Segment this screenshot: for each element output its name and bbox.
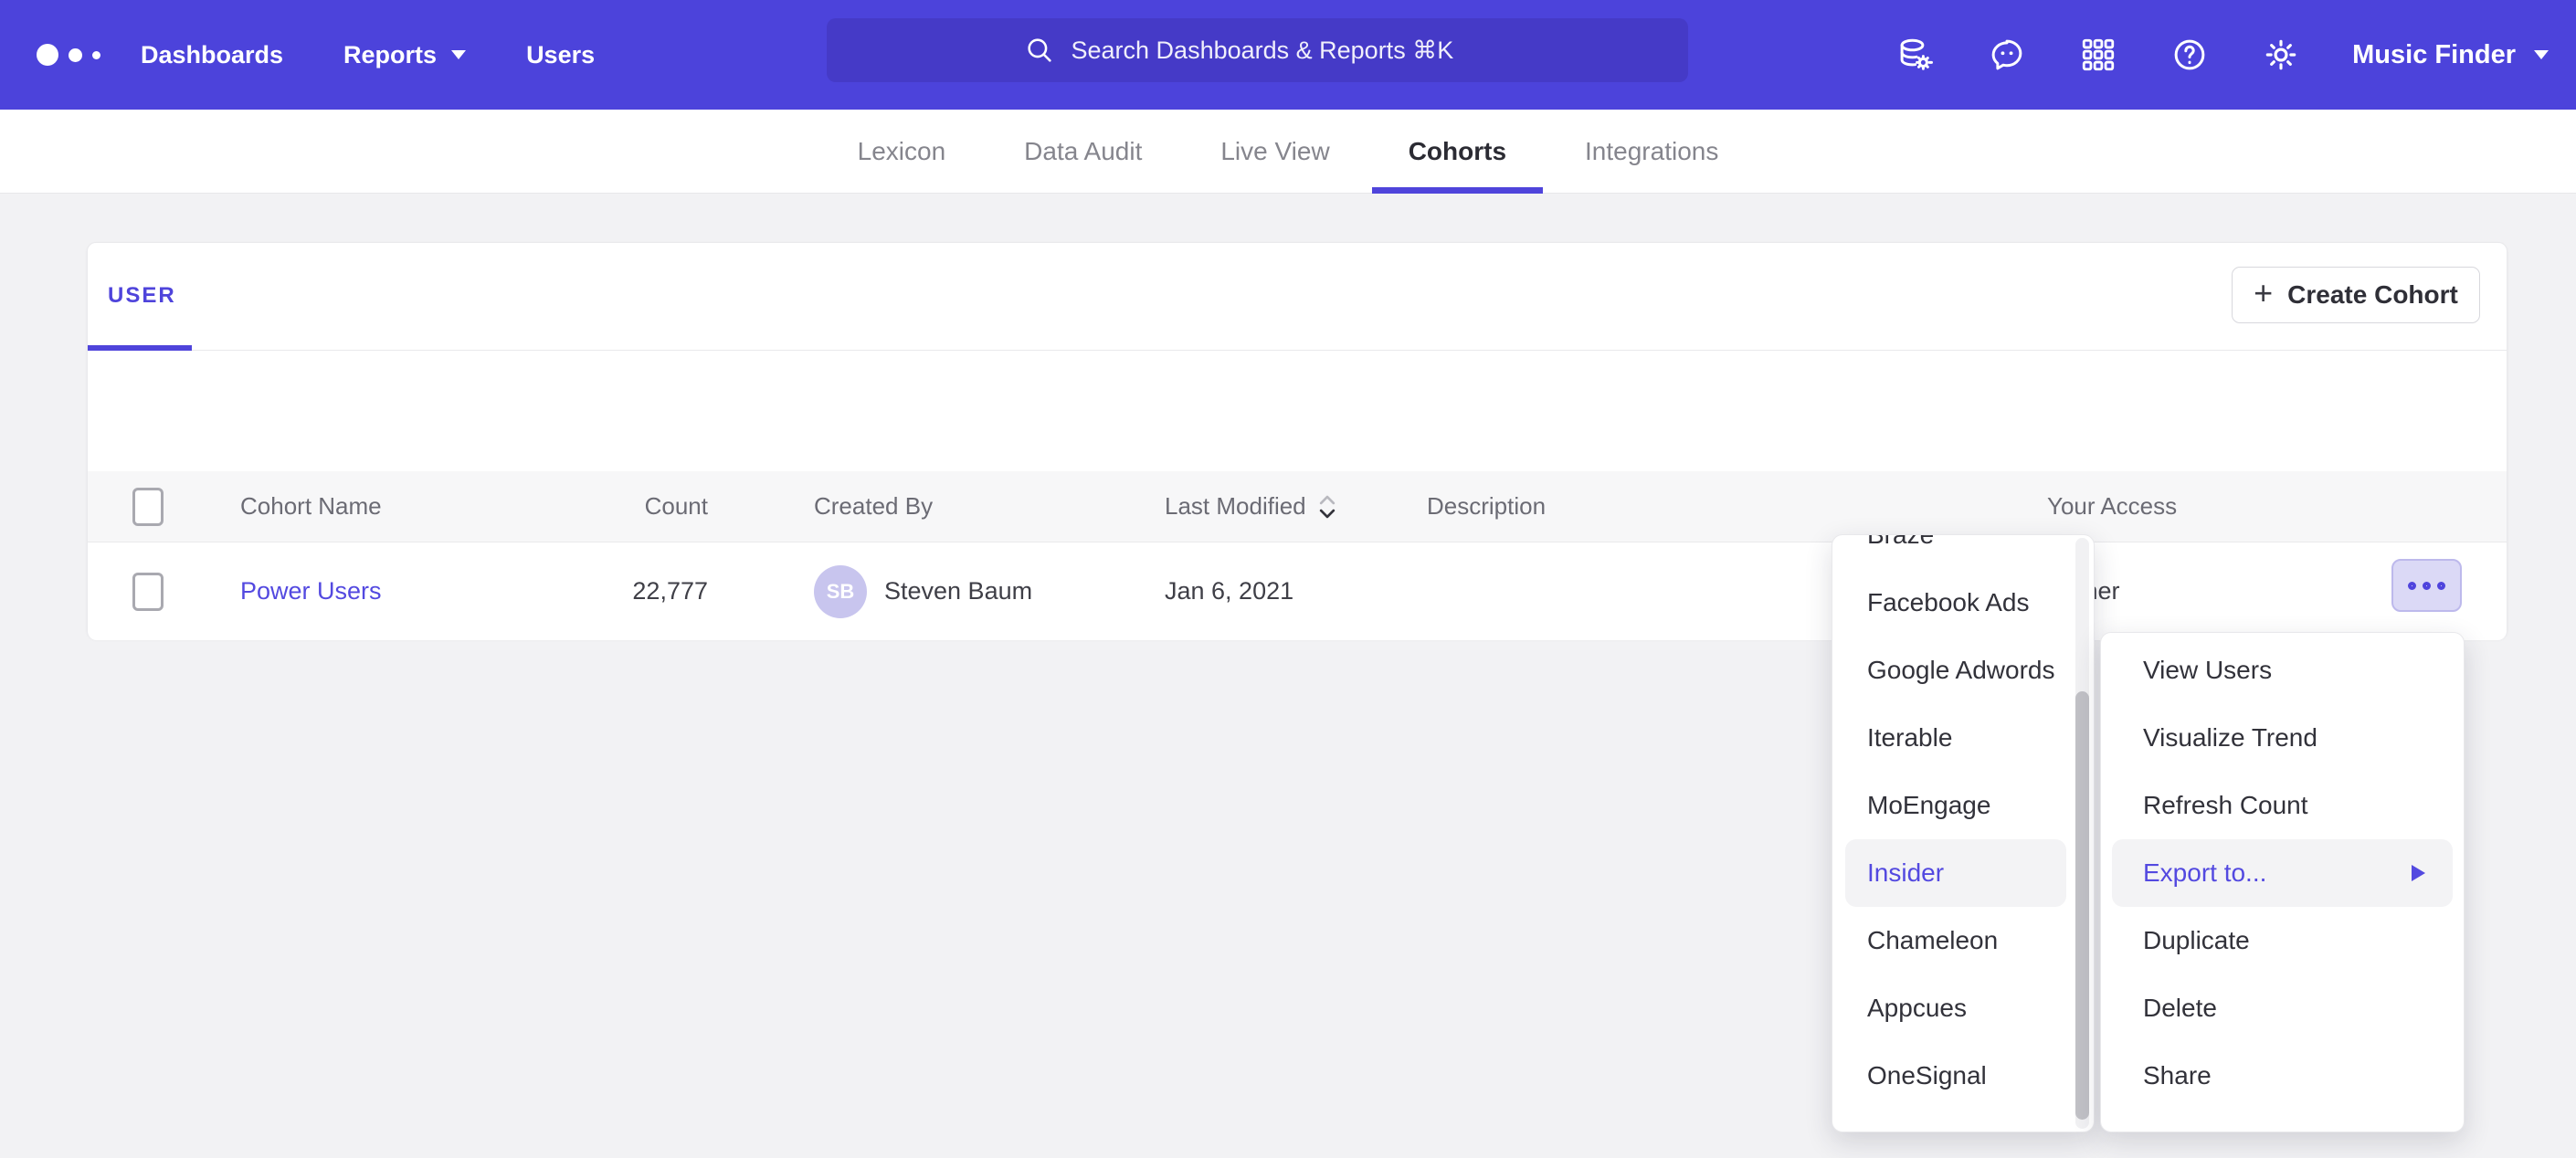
- table-header: Cohort Name Count Created By Last Modifi…: [88, 471, 2507, 542]
- top-navbar: Dashboards Reports Users: [0, 0, 2576, 110]
- context-menu-list: View Users Visualize Trend Refresh Count…: [2101, 633, 2464, 1110]
- plus-icon: +: [2254, 277, 2273, 310]
- export-submenu-list: Braze Facebook Ads Google Adwords Iterab…: [1832, 534, 2094, 1110]
- last-modified-cell: Jan 6, 2021: [1165, 542, 1293, 640]
- workspace-switcher[interactable]: Music Finder: [2352, 40, 2549, 70]
- cohorts-card: USER + Create Cohort 1 Results Filter by…: [87, 242, 2507, 639]
- create-cohort-label: Create Cohort: [2287, 280, 2458, 310]
- ellipsis-icon: [2408, 582, 2416, 590]
- user-tab-underline: [88, 345, 192, 351]
- submenu-item-google-adwords[interactable]: Google Adwords: [1832, 637, 2094, 704]
- table-row: Power Users 22,777 SB Steven Baum Jan 6,…: [88, 542, 2507, 640]
- submenu-item-moengage[interactable]: MoEngage: [1832, 772, 2094, 839]
- mixpanel-logo[interactable]: [37, 44, 119, 66]
- menu-item-visualize-trend[interactable]: Visualize Trend: [2101, 704, 2464, 772]
- logo-dot-small: [92, 51, 100, 59]
- app: Dashboards Reports Users: [0, 0, 2576, 1158]
- submenu-item-onesignal[interactable]: OneSignal: [1832, 1042, 2094, 1110]
- chevron-down-icon: [451, 50, 466, 59]
- feedback-icon[interactable]: [1987, 35, 2027, 75]
- row-context-menu: View Users Visualize Trend Refresh Count…: [2100, 632, 2465, 1132]
- tab-live-view[interactable]: Live View: [1220, 110, 1329, 194]
- scrollbar-thumb[interactable]: [2075, 691, 2089, 1120]
- data-settings-icon[interactable]: [1895, 35, 1936, 75]
- tab-data-audit-label: Data Audit: [1024, 137, 1142, 166]
- tab-lexicon[interactable]: Lexicon: [858, 110, 946, 194]
- tab-lexicon-label: Lexicon: [858, 137, 946, 166]
- menu-item-refresh-count[interactable]: Refresh Count: [2101, 772, 2464, 839]
- column-description[interactable]: Description: [1427, 471, 1546, 542]
- row-checkbox[interactable]: [132, 573, 164, 611]
- created-by-name: Steven Baum: [884, 577, 1032, 605]
- tab-live-view-label: Live View: [1220, 137, 1329, 166]
- tab-cohorts-label: Cohorts: [1409, 137, 1506, 166]
- chevron-down-icon: [2534, 50, 2549, 59]
- nav-users-label: Users: [526, 41, 595, 69]
- logo-dot-medium: [69, 48, 82, 62]
- created-by-cell: SB Steven Baum: [814, 542, 1032, 640]
- menu-item-share[interactable]: Share: [2101, 1042, 2464, 1110]
- submenu-item-iterable[interactable]: Iterable: [1832, 704, 2094, 772]
- global-search-input[interactable]: [1072, 37, 1492, 65]
- submenu-arrow-icon: [2412, 865, 2425, 881]
- submenu-item-insider[interactable]: Insider: [1845, 839, 2066, 907]
- nav-reports-label: Reports: [343, 41, 437, 69]
- column-last-modified[interactable]: Last Modified: [1165, 471, 1337, 542]
- logo-dot-large: [37, 44, 58, 66]
- tab-integrations-label: Integrations: [1585, 137, 1718, 166]
- sort-icon[interactable]: [1317, 493, 1337, 521]
- workspace-name: Music Finder: [2352, 40, 2516, 70]
- nav-users[interactable]: Users: [526, 41, 595, 69]
- export-submenu: Braze Facebook Ads Google Adwords Iterab…: [1832, 534, 2095, 1132]
- create-cohort-button[interactable]: + Create Cohort: [2232, 267, 2480, 323]
- menu-item-export-to[interactable]: Export to...: [2112, 839, 2453, 907]
- menu-item-duplicate[interactable]: Duplicate: [2101, 907, 2464, 974]
- nav-dashboards[interactable]: Dashboards: [141, 41, 283, 69]
- active-tab-underline: [1372, 187, 1543, 194]
- column-your-access[interactable]: Your Access: [2047, 471, 2177, 542]
- column-last-modified-label: Last Modified: [1165, 492, 1306, 521]
- tab-user-cohorts[interactable]: USER: [108, 283, 176, 309]
- menu-item-export-to-label: Export to...: [2143, 858, 2266, 887]
- primary-nav: Dashboards Reports Users: [141, 41, 595, 69]
- column-cohort-name[interactable]: Cohort Name: [240, 471, 382, 542]
- cohort-count: 22,777: [508, 542, 708, 640]
- menu-item-view-users[interactable]: View Users: [2101, 637, 2464, 704]
- section-tabbar: Lexicon Data Audit Live View Cohorts Int…: [0, 110, 2576, 194]
- nav-dashboards-label: Dashboards: [141, 41, 283, 69]
- cohorts-card-header: USER + Create Cohort: [88, 243, 2507, 351]
- settings-gear-icon[interactable]: [2261, 35, 2301, 75]
- navbar-right: Music Finder: [1895, 0, 2549, 110]
- help-icon[interactable]: [2170, 35, 2210, 75]
- nav-reports[interactable]: Reports: [343, 41, 466, 69]
- submenu-item-facebook-ads[interactable]: Facebook Ads: [1832, 569, 2094, 637]
- ellipsis-icon: [2437, 582, 2445, 590]
- submenu-item-chameleon[interactable]: Chameleon: [1832, 907, 2094, 974]
- select-all-checkbox[interactable]: [132, 488, 164, 526]
- tab-cohorts[interactable]: Cohorts: [1409, 110, 1506, 194]
- cohort-name-link[interactable]: Power Users: [240, 577, 382, 605]
- ellipsis-icon: [2423, 582, 2431, 590]
- menu-item-delete[interactable]: Delete: [2101, 974, 2464, 1042]
- submenu-item-braze[interactable]: Braze: [1832, 534, 2094, 569]
- tab-integrations[interactable]: Integrations: [1585, 110, 1718, 194]
- apps-grid-icon[interactable]: [2078, 35, 2118, 75]
- global-search[interactable]: [827, 18, 1688, 82]
- search-icon: [1024, 35, 1055, 66]
- row-actions-button[interactable]: [2391, 559, 2462, 612]
- avatar: SB: [814, 565, 867, 618]
- column-created-by[interactable]: Created By: [814, 471, 933, 542]
- submenu-item-appcues[interactable]: Appcues: [1832, 974, 2094, 1042]
- column-count[interactable]: Count: [508, 471, 708, 542]
- tab-data-audit[interactable]: Data Audit: [1024, 110, 1142, 194]
